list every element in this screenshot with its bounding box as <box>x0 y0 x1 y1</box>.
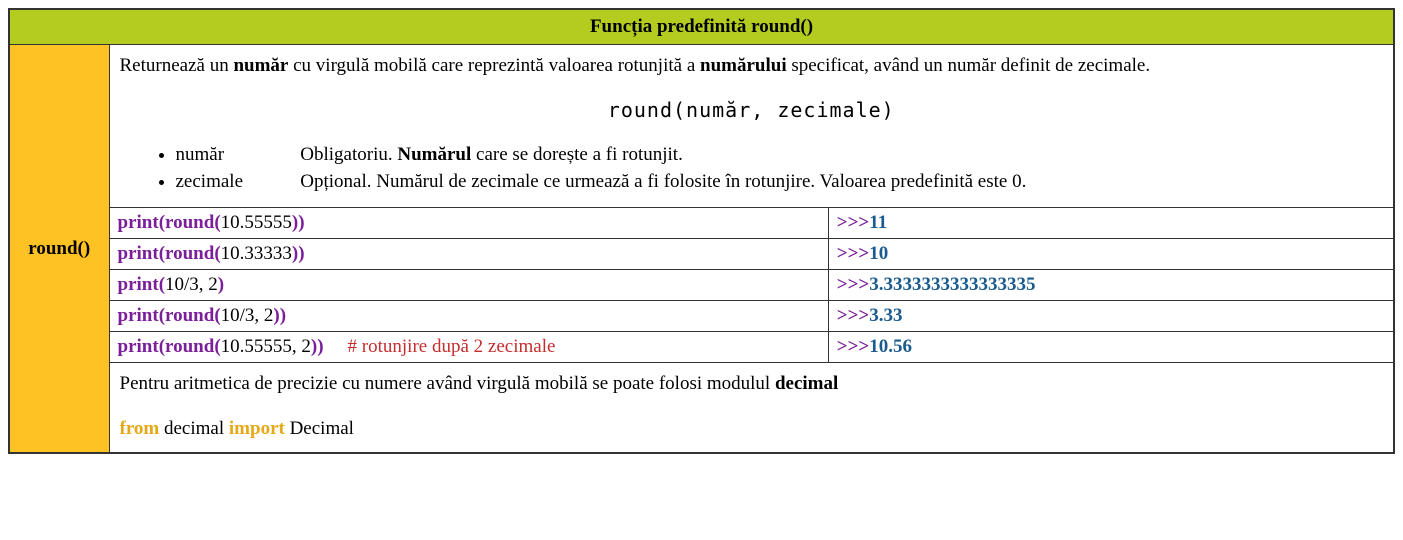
code-cell: print(round(10.55555)) <box>110 207 829 238</box>
example-row: print(round(10.33333)) >>>10 <box>110 238 1394 269</box>
output-cell: >>>3.3333333333333335 <box>828 269 1393 300</box>
description-cell: Returnează un număr cu virgulă mobilă ca… <box>110 45 1394 207</box>
code-cell: print(round(10/3, 2)) <box>110 300 829 331</box>
code-cell: print(round(10.33333)) <box>110 238 829 269</box>
example-row: print(round(10/3, 2)) >>>3.33 <box>110 300 1394 331</box>
param-item: zecimale Opțional. Numărul de zecimale c… <box>176 169 1384 195</box>
function-name-cell: round() <box>9 45 109 454</box>
footer-cell: Pentru aritmetica de precizie cu numere … <box>110 362 1394 452</box>
param-desc: Obligatoriu. Numărul care se dorește a f… <box>300 144 683 165</box>
example-row: print(round(10.55555, 2))# rotunjire dup… <box>110 331 1394 362</box>
param-name: zecimale <box>176 169 296 195</box>
example-row: print(10/3, 2) >>>3.3333333333333335 <box>110 269 1394 300</box>
footer-text: Pentru aritmetica de precizie cu numere … <box>120 371 1384 398</box>
param-desc: Opțional. Numărul de zecimale ce urmează… <box>300 171 1026 192</box>
table-title: Funcția predefinită round() <box>9 9 1394 45</box>
output-cell: >>>3.33 <box>828 300 1393 331</box>
output-cell: >>>10 <box>828 238 1393 269</box>
content-cell: Returnează un număr cu virgulă mobilă ca… <box>109 45 1394 454</box>
desc-text: Returnează un număr cu virgulă mobilă ca… <box>120 55 1151 76</box>
param-item: număr Obligatoriu. Numărul care se doreș… <box>176 142 1384 168</box>
documentation-table: Funcția predefinită round() round() Retu… <box>8 8 1395 454</box>
output-cell: >>>11 <box>828 207 1393 238</box>
signature: round(număr, zecimale) <box>120 97 1384 124</box>
code-cell: print(round(10.55555, 2))# rotunjire dup… <box>110 331 829 362</box>
param-name: număr <box>176 142 296 168</box>
output-cell: >>>10.56 <box>828 331 1393 362</box>
import-line: from decimal import Decimal <box>120 416 1384 443</box>
param-list: număr Obligatoriu. Numărul care se doreș… <box>120 142 1384 195</box>
example-row: print(round(10.55555)) >>>11 <box>110 207 1394 238</box>
code-cell: print(10/3, 2) <box>110 269 829 300</box>
